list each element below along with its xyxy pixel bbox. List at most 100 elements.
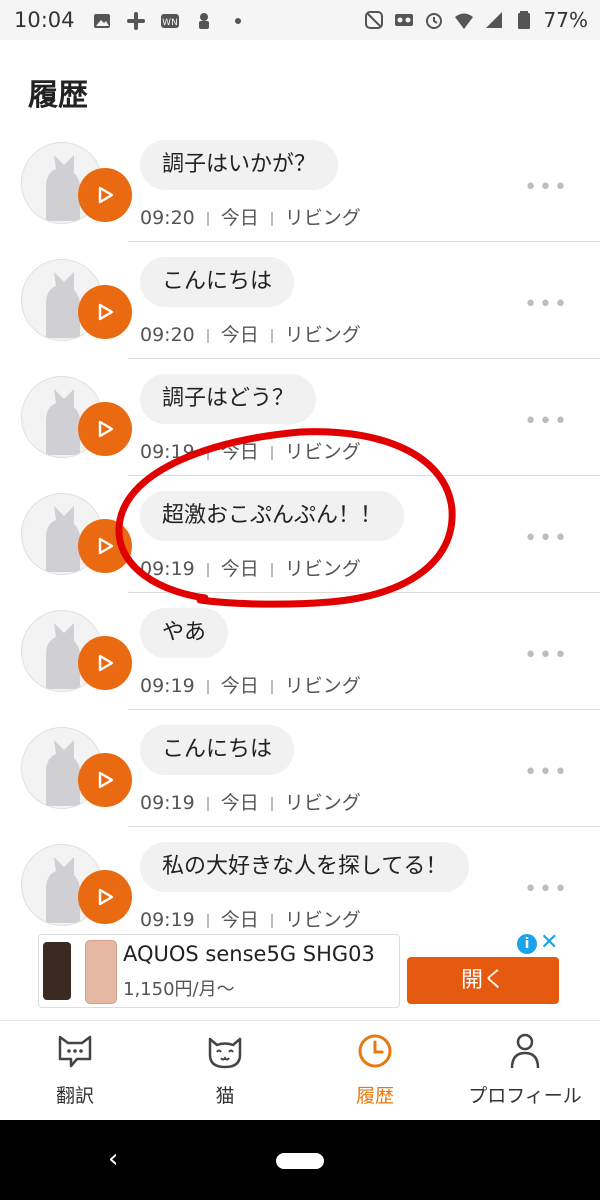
app-icon [199, 13, 209, 29]
history-item[interactable]: やあ 09:19 今日 リビング ••• [0, 593, 600, 710]
page-title: 履歴 [28, 78, 88, 113]
play-button[interactable] [78, 285, 132, 339]
ad-open-button[interactable]: 開く [407, 957, 559, 1004]
signal-icon [485, 12, 502, 28]
history-item[interactable]: 調子はどう？ 09:19 今日 リビング ••• [0, 359, 600, 476]
more-options-icon[interactable]: ••• [524, 409, 569, 434]
message-room: リビング [284, 558, 361, 580]
ad-banner[interactable]: AQUOS sense5G SHG03 1,150円/月～ [38, 934, 400, 1008]
play-button[interactable] [78, 753, 132, 807]
message-room: リビング [284, 909, 361, 931]
meta-separator [270, 562, 273, 577]
history-item[interactable]: こんにちは 09:20 今日 リビング ••• [0, 242, 600, 359]
message-room: リビング [284, 324, 361, 346]
message-meta: 09:19 今日 リビング [140, 788, 361, 815]
message-time: 09:20 [140, 207, 195, 229]
message-meta: 09:19 今日 リビング [140, 671, 361, 698]
system-nav-bar: ‹ [0, 1120, 600, 1200]
dot-icon [235, 18, 241, 24]
message-room: リビング [284, 675, 361, 697]
speech-cat-icon [58, 1035, 92, 1068]
history-item[interactable]: こんにちは 09:19 今日 リビング ••• [0, 710, 600, 827]
play-button[interactable] [78, 402, 132, 456]
nav-profile[interactable]: プロフィール [450, 1021, 600, 1119]
history-item[interactable]: 超激おこぷんぷん！！ 09:19 今日 リビング ••• [0, 476, 600, 593]
nav-label: 猫 [215, 1085, 235, 1107]
message-bubble: こんにちは [140, 257, 295, 307]
message-day: 今日 [220, 558, 259, 580]
play-icon [98, 537, 114, 555]
nfc-icon [364, 11, 383, 29]
home-pill[interactable] [276, 1153, 324, 1169]
message-meta: 09:19 今日 リビング [140, 905, 361, 932]
history-item[interactable]: 私の大好きな人を探してる！ 09:19 今日 リビング ••• [0, 827, 600, 933]
meta-separator [270, 796, 273, 811]
ad-price: 1,150円/月～ [123, 979, 235, 1000]
play-button[interactable] [78, 168, 132, 222]
play-button[interactable] [78, 519, 132, 573]
meta-separator [270, 445, 273, 460]
status-time: 10:04 [14, 8, 75, 32]
more-options-icon[interactable]: ••• [524, 760, 569, 785]
history-list[interactable]: 調子はいかが？ 09:20 今日 リビング ••• こんにちは 09:20 今日 リビング •••… [0, 125, 600, 933]
system-status: 77% [364, 8, 588, 32]
message-room: リビング [284, 207, 361, 229]
more-options-icon[interactable]: ••• [524, 526, 569, 551]
meta-separator [206, 328, 209, 343]
ad-info-icon[interactable]: i [517, 934, 537, 954]
meta-separator [270, 913, 273, 928]
battery-icon [517, 11, 530, 29]
ad-close-icon[interactable]: ✕ [540, 930, 558, 955]
message-bubble: やあ [140, 608, 229, 658]
play-button[interactable] [78, 870, 132, 924]
play-icon [98, 771, 114, 789]
message-bubble: こんにちは [140, 725, 295, 775]
play-icon [98, 888, 114, 906]
message-time: 09:19 [140, 675, 195, 697]
message-time: 09:19 [140, 792, 195, 814]
slack-icon [127, 12, 145, 30]
message-bubble: 調子はいかが？ [140, 140, 339, 190]
message-meta: 09:19 今日 リビング [140, 437, 361, 464]
message-day: 今日 [220, 441, 259, 463]
battery-percent: 77% [543, 8, 588, 32]
clock-icon [358, 1034, 392, 1068]
more-options-icon[interactable]: ••• [524, 175, 569, 200]
meta-separator [270, 328, 273, 343]
message-day: 今日 [220, 675, 259, 697]
message-day: 今日 [220, 909, 259, 931]
ad-title: AQUOS sense5G SHG03 [123, 942, 375, 966]
message-time: 09:20 [140, 324, 195, 346]
svg-text:WN: WN [162, 18, 178, 28]
nav-label: 履歴 [355, 1085, 394, 1107]
cat-face-icon [208, 1037, 242, 1069]
meta-separator [206, 796, 209, 811]
more-options-icon[interactable]: ••• [524, 877, 569, 902]
message-time: 09:19 [140, 909, 195, 931]
history-item[interactable]: 調子はいかが？ 09:20 今日 リビング ••• [0, 125, 600, 242]
more-options-icon[interactable]: ••• [524, 643, 569, 668]
play-button[interactable] [78, 636, 132, 690]
wifi-icon [454, 13, 473, 29]
status-bar: 10:04 WN 77% [0, 0, 600, 40]
alarm-icon [425, 13, 442, 29]
message-bubble: 超激おこぷんぷん！！ [140, 491, 405, 541]
nav-history[interactable]: 履歴 [300, 1021, 450, 1119]
message-room: リビング [284, 792, 361, 814]
image-icon [94, 14, 110, 28]
meta-separator [270, 679, 273, 694]
back-icon[interactable]: ‹ [108, 1144, 118, 1174]
message-day: 今日 [220, 207, 259, 229]
meta-separator [206, 913, 209, 928]
play-icon [98, 420, 114, 438]
message-day: 今日 [220, 324, 259, 346]
nav-cat[interactable]: 猫 [150, 1021, 300, 1119]
nav-translate[interactable]: 翻訳 [0, 1021, 150, 1119]
message-meta: 09:20 今日 リビング [140, 203, 361, 230]
message-bubble: 調子はどう？ [140, 374, 317, 424]
message-day: 今日 [220, 792, 259, 814]
notification-icons: WN [92, 9, 248, 33]
meta-separator [206, 679, 209, 694]
bottom-nav: 翻訳 猫 履歴 プロフィール [0, 1020, 600, 1119]
more-options-icon[interactable]: ••• [524, 292, 569, 317]
